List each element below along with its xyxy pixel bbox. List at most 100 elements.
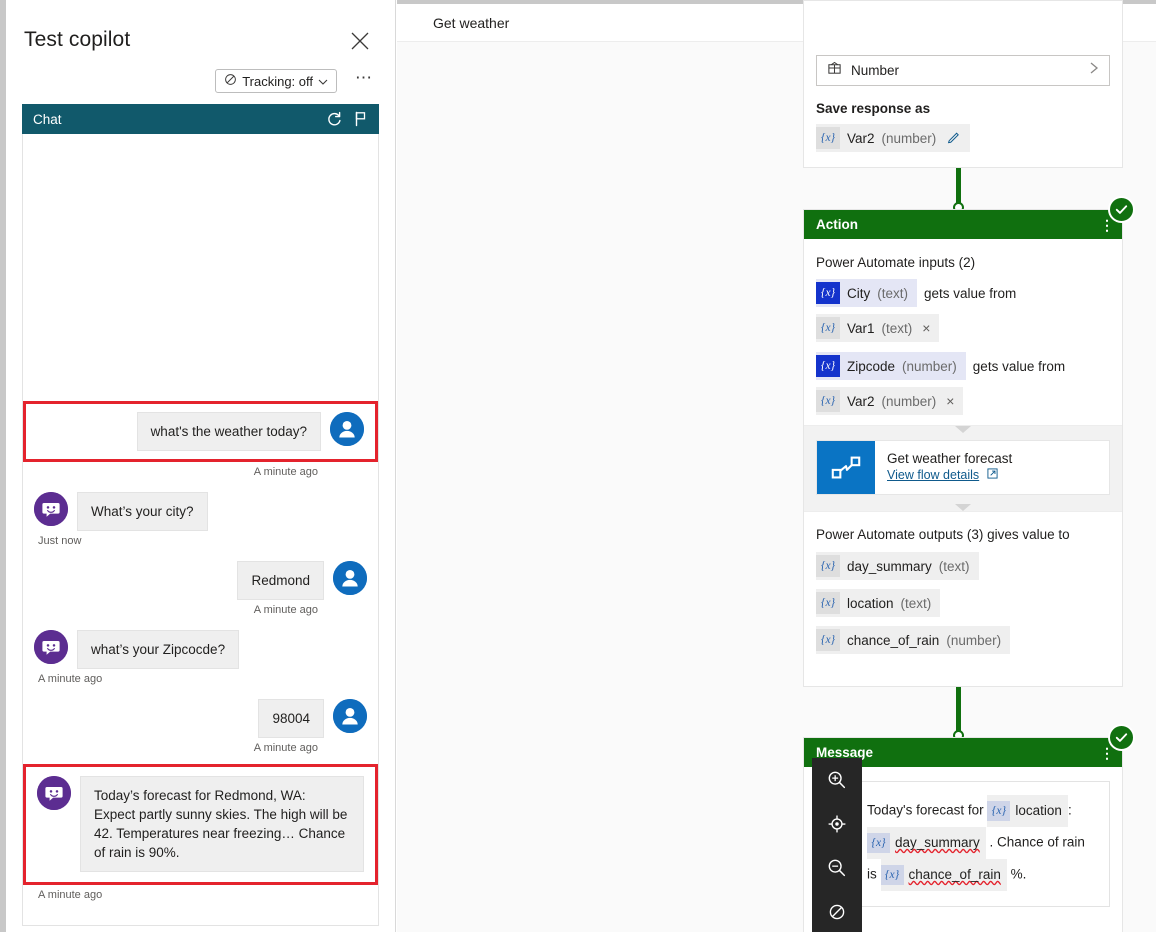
input-value-row-var1: {x} Var1 (text) ×	[816, 314, 1110, 342]
variable-chip-var2[interactable]: {x} Var2 (number)	[816, 124, 971, 152]
avatar-user	[330, 412, 364, 446]
variable-chip-day-summary[interactable]: {x} day_summary (text)	[816, 552, 979, 580]
variable-name: location	[847, 595, 894, 611]
variable-type: (number)	[946, 632, 1002, 648]
variable-chip-var2[interactable]: {x} Var2 (number) ×	[816, 387, 964, 415]
node-action-header: Action ⋮	[804, 210, 1122, 239]
fit-to-screen-icon[interactable]	[812, 802, 862, 846]
input-row-zipcode: {x} Zipcode (number) gets value from	[816, 352, 1110, 380]
variable-type: (number)	[881, 393, 937, 409]
param-name: City	[847, 285, 871, 301]
param-chip-city[interactable]: {x} City (text)	[816, 279, 918, 307]
flow-card-band: Get weather forecast View flow details	[804, 425, 1122, 512]
gets-value-from-label: gets value from	[972, 358, 1066, 374]
param-chip-zipcode[interactable]: {x} Zipcode (number)	[816, 352, 966, 380]
variable-name: day_summary	[847, 558, 932, 574]
external-link-icon	[987, 466, 998, 483]
message-timestamp: A minute ago	[38, 889, 103, 901]
message-text-colon: :	[1067, 802, 1072, 818]
chat-message-user: 98004	[23, 699, 378, 738]
variable-type: (text)	[900, 595, 932, 611]
output-row-location: {x} location (text)	[816, 589, 1110, 617]
variable-name: chance_of_rain	[908, 867, 1001, 882]
message-editor[interactable]: Today's forecast for {x} location : {x} …	[852, 781, 1110, 907]
zoom-toolbar	[812, 758, 862, 932]
entity-icon	[827, 61, 842, 81]
variable-name: Var2	[847, 393, 875, 409]
variable-token-icon: {x}	[880, 865, 904, 885]
remove-icon[interactable]: ×	[922, 320, 930, 336]
variable-chip-location[interactable]: {x} location (text)	[816, 589, 941, 617]
node-action[interactable]: Action ⋮ Power Automate inputs (2) {x} C…	[803, 196, 1135, 687]
chevron-marker-bottom-icon	[955, 504, 971, 511]
variable-type: (number)	[881, 130, 937, 146]
flag-icon[interactable]	[351, 109, 371, 129]
inline-variable-day-summary[interactable]: {x} day_summary	[867, 827, 986, 859]
check-circle-icon	[1108, 724, 1135, 751]
variable-name: chance_of_rain	[847, 632, 940, 648]
message-text-suffix: %.	[1010, 866, 1027, 882]
variable-chip-chance-of-rain[interactable]: {x} chance_of_rain (number)	[816, 626, 1011, 654]
chat-message-bot: what’s your Zipcocde?	[23, 630, 378, 669]
variable-name: Var2	[847, 130, 875, 146]
more-options-button[interactable]: ⋯	[355, 69, 373, 86]
message-timestamp: A minute ago	[253, 742, 318, 754]
gets-value-from-label: gets value from	[924, 285, 1017, 301]
variable-type: (text)	[881, 320, 913, 336]
chat-transcript[interactable]: what's the weather today? A minute ago W…	[22, 134, 379, 926]
param-type: (text)	[877, 285, 909, 301]
pencil-icon[interactable]	[947, 130, 961, 147]
highlight-box-bot-answer: Today’s forecast for Redmond, WA: Expect…	[23, 764, 378, 885]
tracking-toggle-button[interactable]: Tracking: off	[215, 69, 337, 93]
variable-name: day_summary	[895, 835, 980, 850]
remove-icon[interactable]: ×	[946, 393, 954, 409]
variable-token-icon: {x}	[816, 127, 840, 149]
check-circle-icon	[1108, 196, 1135, 223]
identify-type-select[interactable]: Number	[816, 55, 1110, 86]
reset-zoom-icon[interactable]	[812, 890, 862, 932]
zoom-in-icon[interactable]	[812, 758, 862, 802]
variable-type: (text)	[938, 558, 970, 574]
identify-type-value: Number	[851, 63, 900, 78]
inline-variable-location[interactable]: {x} location	[987, 795, 1068, 827]
chat-header-title: Chat	[33, 111, 62, 127]
variable-token-icon: {x}	[816, 282, 840, 304]
chevron-marker-top-icon	[955, 426, 971, 433]
variable-chip-var1[interactable]: {x} Var1 (text) ×	[816, 314, 940, 342]
inline-variable-chance-of-rain[interactable]: {x} chance_of_rain	[880, 859, 1007, 891]
chat-message-bot: What’s your city?	[23, 492, 378, 531]
message-bubble: what’s your Zipcocde?	[77, 630, 240, 669]
message-timestamp: Just now	[38, 535, 82, 547]
input-value-row-var2: {x} Var2 (number) ×	[816, 387, 1110, 415]
more-vertical-icon[interactable]: ⋮	[1100, 218, 1114, 232]
input-row-city: {x} City (text) gets value from	[816, 279, 1110, 307]
node-question[interactable]: Number Save response as {x} Var2 (number…	[803, 0, 1123, 168]
tracking-off-icon	[224, 73, 237, 89]
flow-canvas-panel: Get weather Number Save response as {x} …	[397, 0, 1156, 932]
output-row-day-summary: {x} day_summary (text)	[816, 552, 1110, 580]
variable-token-icon: {x}	[816, 629, 840, 651]
message-timestamp: A minute ago	[253, 604, 318, 616]
param-type: (number)	[902, 358, 957, 374]
chevron-down-icon	[318, 74, 328, 89]
chevron-right-icon	[1089, 61, 1099, 80]
page-title: Test copilot	[24, 28, 131, 51]
zoom-out-icon[interactable]	[812, 846, 862, 890]
close-icon[interactable]	[349, 30, 371, 52]
chat-header: Chat	[22, 104, 379, 134]
power-automate-outputs-label: Power Automate outputs (3) gives value t…	[816, 527, 1070, 542]
refresh-icon[interactable]	[324, 109, 344, 129]
view-flow-details-link[interactable]: View flow details	[887, 468, 979, 482]
output-row-chance-of-rain: {x} chance_of_rain (number)	[816, 626, 1110, 654]
message-timestamp: A minute ago	[38, 673, 103, 685]
variable-token-icon: {x}	[816, 390, 840, 412]
flow-connector	[956, 687, 961, 735]
flow-card[interactable]: Get weather forecast View flow details	[816, 440, 1110, 495]
variable-token-icon: {x}	[987, 801, 1011, 821]
message-bubble: Redmond	[237, 561, 324, 600]
flow-name: Get weather forecast	[887, 451, 1013, 466]
more-vertical-icon[interactable]: ⋮	[1100, 746, 1114, 760]
avatar-bot	[34, 492, 68, 526]
canvas-area[interactable]: Number Save response as {x} Var2 (number…	[397, 0, 1156, 932]
message-bubble: what's the weather today?	[136, 412, 321, 451]
